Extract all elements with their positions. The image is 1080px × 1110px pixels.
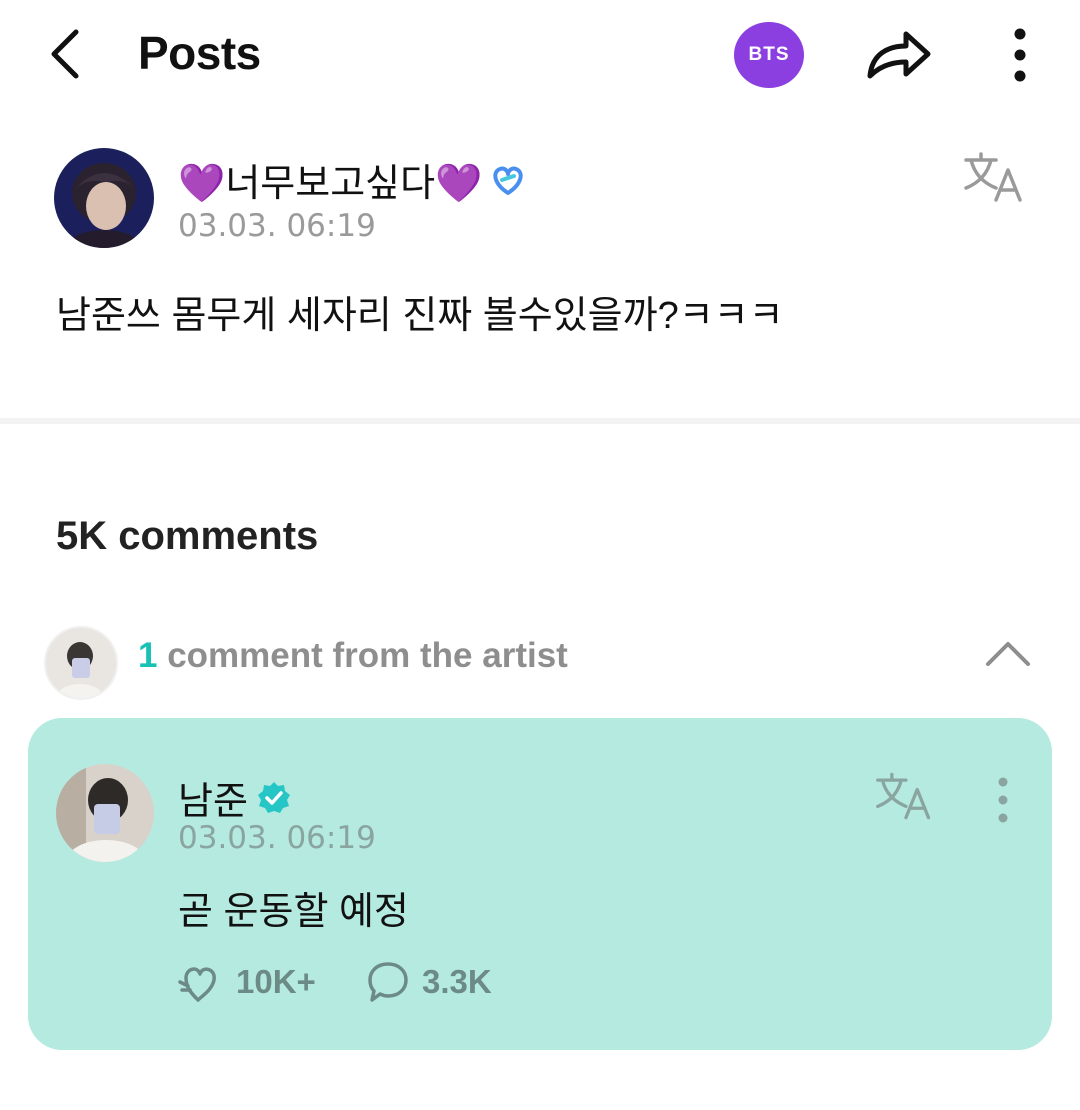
collapse-button[interactable] (980, 630, 1036, 678)
like-count: 10K+ (236, 963, 316, 1000)
comment-icon (368, 962, 408, 1002)
artist-comment-summary[interactable]: 1 comment from the artist (138, 636, 568, 676)
artist-name-text: 남준 (178, 781, 248, 823)
page-title: Posts (138, 27, 261, 79)
avatar-photo (56, 764, 154, 862)
artist-comment-count: 1 (138, 636, 158, 675)
avatar-photo (46, 628, 116, 698)
comments-count: 5K comments (56, 514, 319, 558)
translate-icon (876, 772, 931, 820)
verified-icon (257, 781, 290, 813)
artist-avatar-small (44, 626, 118, 700)
section-divider (0, 418, 1080, 424)
more-options-button[interactable] (1000, 22, 1040, 88)
artist-name[interactable]: 남준 (178, 770, 292, 825)
fan-badge-icon (493, 166, 524, 195)
like-icon (178, 967, 216, 1002)
back-icon (51, 29, 79, 79)
share-button[interactable] (862, 20, 938, 90)
back-button[interactable] (38, 22, 98, 86)
avatar-photo (54, 148, 154, 248)
post-author-avatar[interactable] (54, 148, 154, 248)
translate-button[interactable] (962, 150, 1028, 206)
more-icon (1014, 28, 1026, 82)
comment-more-button[interactable] (988, 772, 1018, 828)
post-timestamp: 03.03. 06:19 (178, 208, 376, 244)
artist-comment-timestamp: 03.03. 06:19 (178, 820, 376, 856)
translate-icon (964, 152, 1022, 202)
artist-comment-label: comment from the artist (157, 636, 568, 675)
post-body: 남준쓰 몸무게 세자리 진짜 볼수있을까?ㅋㅋㅋ (56, 295, 784, 337)
artist-comment-body: 곧 운동할 예정 (178, 891, 409, 933)
artist-avatar[interactable] (56, 764, 154, 862)
more-icon (998, 777, 1008, 823)
community-badge[interactable]: BTS (734, 22, 804, 88)
share-icon (867, 31, 931, 79)
post-author-name[interactable]: 💜너무보고싶다💜 (178, 152, 528, 207)
like-button[interactable]: 10K+ (176, 960, 316, 1004)
reply-count: 3.3K (422, 963, 492, 1000)
author-name-text: 💜너무보고싶다💜 (178, 163, 483, 205)
comment-translate-button[interactable] (874, 770, 936, 824)
reply-button[interactable]: 3.3K (366, 960, 492, 1004)
chevron-up-icon (986, 642, 1030, 666)
